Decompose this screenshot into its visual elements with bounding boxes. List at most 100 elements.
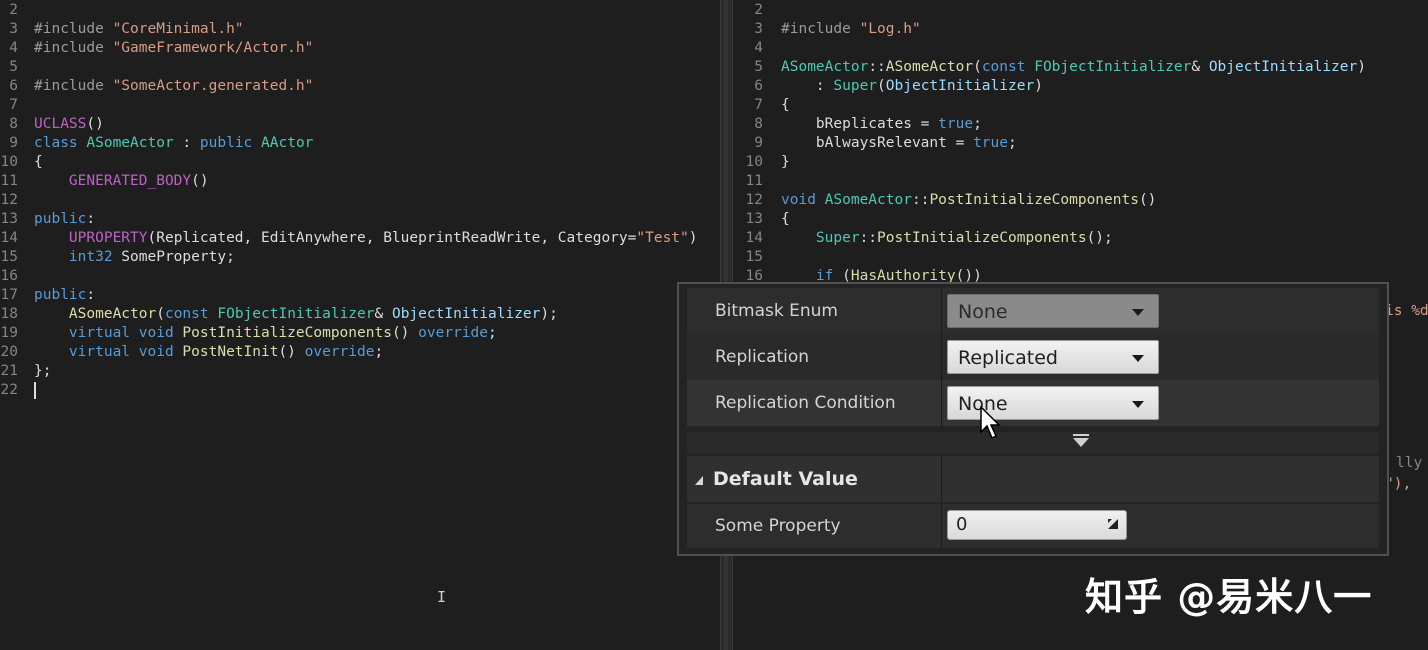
code-text: ASomeActor::ASomeActor(const FObjectInit… (781, 59, 1366, 75)
some-property-row: Some Property 0 (687, 504, 1379, 548)
line-number: 15 (0, 249, 18, 265)
advanced-expander[interactable] (687, 432, 1379, 454)
code-line[interactable]: 5 (0, 58, 34, 77)
code-line[interactable]: 20 virtual void PostNetInit() override; (0, 343, 384, 362)
code-line[interactable]: 5 ASomeActor::ASomeActor(const FObjectIni… (733, 58, 1366, 77)
code-line[interactable]: 8 UCLASS() (0, 115, 104, 134)
code-line[interactable]: 9 class ASomeActor : public AActor (0, 134, 313, 153)
chevron-down-icon (1132, 401, 1144, 408)
line-number: 12 (0, 192, 18, 208)
column-divider (941, 504, 942, 548)
some-property-input[interactable]: 0 (947, 510, 1127, 540)
line-number: 3 (9, 21, 18, 37)
line-number: 18 (0, 306, 18, 322)
code-text: bAlwaysRelevant = true; (781, 135, 1017, 151)
code-line[interactable]: 12 void ASomeActor::PostInitializeCompone… (733, 191, 1157, 210)
line-number: 2 (754, 2, 763, 18)
code-line[interactable]: 21}; (0, 362, 52, 381)
code-line[interactable]: 2 (0, 1, 34, 20)
line-number: 9 (9, 135, 18, 151)
bitmask-enum-value: None (958, 301, 1008, 323)
code-text: }; (34, 363, 52, 379)
replication-condition-dropdown[interactable]: None (947, 386, 1159, 420)
line-number: 15 (745, 249, 763, 265)
code-text: ASomeActor(const FObjectInitializer& Obj… (68, 306, 558, 322)
default-value-category[interactable]: Default Value (687, 456, 1379, 502)
line-number: 8 (754, 116, 763, 132)
code-text: UCLASS() (34, 116, 104, 132)
code-text: int32 SomeProperty; (68, 249, 235, 265)
line-number: 22 (0, 382, 18, 398)
code-line[interactable]: 14 UPROPERTY(Replicated, EditAnywhere, B… (0, 229, 698, 248)
line-number: 14 (0, 230, 18, 246)
line-number: 7 (9, 97, 18, 113)
replication-condition-label: Replication Condition (715, 393, 896, 413)
code-line[interactable]: 7{ (733, 96, 789, 115)
replication-condition-row: Replication Condition None (687, 380, 1379, 426)
line-number: 21 (0, 363, 18, 379)
line-number: 10 (745, 154, 763, 170)
chevron-down-icon (1132, 355, 1144, 362)
code-text: class ASomeActor : public AActor (34, 135, 314, 151)
code-line[interactable]: 17 public: (0, 286, 96, 305)
left-code-editor[interactable]: 2 3 #include "CoreMinimal.h" 4 #include "Gam… (0, 0, 720, 650)
code-text: public: (34, 287, 96, 303)
code-line[interactable]: 7 (0, 96, 34, 115)
code-line[interactable]: 19 virtual void PostInitializeComponents… (0, 324, 497, 343)
line-number: 11 (0, 173, 18, 189)
code-line[interactable]: 12 (0, 191, 34, 210)
column-divider (941, 288, 942, 334)
column-divider (941, 334, 942, 380)
expand-arrow-icon (1073, 438, 1089, 447)
line-number: 4 (9, 40, 18, 56)
code-text (34, 381, 36, 399)
code-line[interactable]: 3 #include "CoreMinimal.h" (0, 20, 243, 39)
code-line[interactable]: 22 (0, 381, 36, 400)
column-divider (941, 456, 942, 502)
chevron-down-icon (1132, 309, 1144, 316)
code-line[interactable]: 8 bReplicates = true; (733, 115, 982, 134)
code-line[interactable]: 2 (733, 1, 781, 20)
code-text: { (781, 211, 790, 227)
text-cursor-icon: I (437, 588, 447, 606)
code-line[interactable]: 13 public: (0, 210, 96, 229)
code-line[interactable]: 4 #include "GameFramework/Actor.h" (0, 39, 313, 58)
code-line[interactable]: 6 : Super(ObjectInitializer) (733, 77, 1043, 96)
code-line[interactable]: 4 (733, 39, 781, 58)
resize-arrow-icon (1108, 519, 1118, 529)
code-line[interactable]: 6 #include "SomeActor.generated.h" (0, 77, 313, 96)
code-line[interactable]: 10} (733, 153, 790, 172)
code-line[interactable]: 15 int32 SomeProperty; (0, 248, 235, 267)
code-line[interactable]: 13 { (733, 210, 790, 229)
bitmask-enum-label: Bitmask Enum (715, 301, 838, 321)
line-number: 17 (0, 287, 18, 303)
code-line[interactable]: 18 ASomeActor(const FObjectInitializer& … (0, 305, 558, 324)
code-text: virtual void PostInitializeComponents() … (68, 325, 497, 341)
line-number: 3 (754, 21, 763, 37)
code-text: UPROPERTY(Replicated, EditAnywhere, Blue… (68, 230, 698, 246)
line-number: 6 (9, 78, 18, 94)
code-line[interactable]: 11 (733, 172, 781, 191)
code-line[interactable]: 3 #include "Log.h" (733, 20, 920, 39)
line-number: 16 (0, 268, 18, 284)
expand-arrow-icon (1073, 434, 1089, 436)
code-line[interactable]: 10 { (0, 153, 43, 172)
replication-dropdown[interactable]: Replicated (947, 340, 1159, 374)
code-line[interactable]: 15 (733, 248, 781, 267)
code-line[interactable]: 14 Super::PostInitializeComponents(); (733, 229, 1113, 248)
code-line[interactable]: 16 (0, 267, 34, 286)
line-number: 4 (754, 40, 763, 56)
code-text: public: (34, 211, 96, 227)
code-fragment: lly (1396, 455, 1423, 471)
code-text: GENERATED_BODY() (68, 173, 209, 189)
replication-value: Replicated (958, 347, 1058, 369)
code-line[interactable]: 9 bAlwaysRelevant = true; (733, 134, 1017, 153)
column-divider (941, 380, 942, 426)
collapse-triangle-icon (695, 476, 703, 485)
variable-details-panel: Bitmask Enum None Replication Replicated… (677, 282, 1389, 556)
code-line[interactable]: 11 GENERATED_BODY() (0, 172, 209, 191)
line-number: 6 (754, 78, 763, 94)
bitmask-enum-dropdown[interactable]: None (947, 294, 1159, 328)
bitmask-enum-row: Bitmask Enum None (687, 288, 1379, 334)
line-number: 5 (9, 59, 18, 75)
